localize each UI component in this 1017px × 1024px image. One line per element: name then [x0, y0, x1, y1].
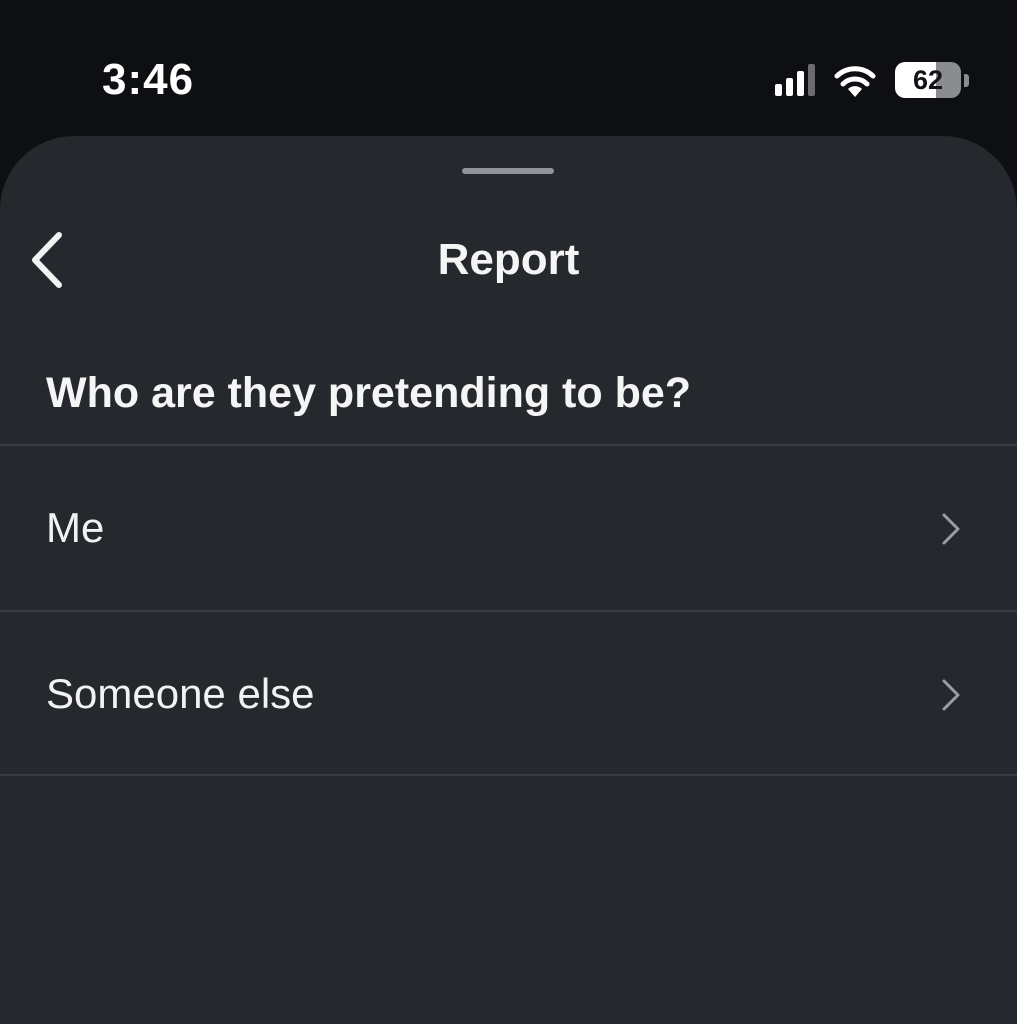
- screen: 3:46 62 Report Who are they pretending t…: [0, 0, 1017, 1024]
- option-label: Someone else: [46, 670, 315, 717]
- report-sheet: Report Who are they pretending to be? Me…: [0, 136, 1017, 1024]
- wifi-icon: [834, 66, 876, 97]
- status-time: 3:46: [102, 55, 195, 104]
- page-title: Report: [437, 235, 580, 284]
- sheet-grabber[interactable]: [462, 168, 554, 174]
- option-label: Me: [46, 504, 105, 551]
- option-me[interactable]: Me: [0, 446, 1017, 610]
- battery-nub: [964, 73, 969, 87]
- battery-icon: 62: [895, 62, 969, 98]
- divider: [0, 774, 1017, 776]
- status-icons: 62: [775, 60, 969, 100]
- question-heading: Who are they pretending to be?: [46, 369, 692, 417]
- status-bar: 3:46 62: [0, 0, 1017, 136]
- signal-icon: [775, 64, 815, 96]
- chevron-right-icon: [942, 679, 960, 711]
- battery-level: 62: [912, 65, 944, 95]
- chevron-right-icon: [942, 513, 960, 545]
- option-someone-else[interactable]: Someone else: [0, 612, 1017, 776]
- battery-body: 62: [895, 62, 961, 98]
